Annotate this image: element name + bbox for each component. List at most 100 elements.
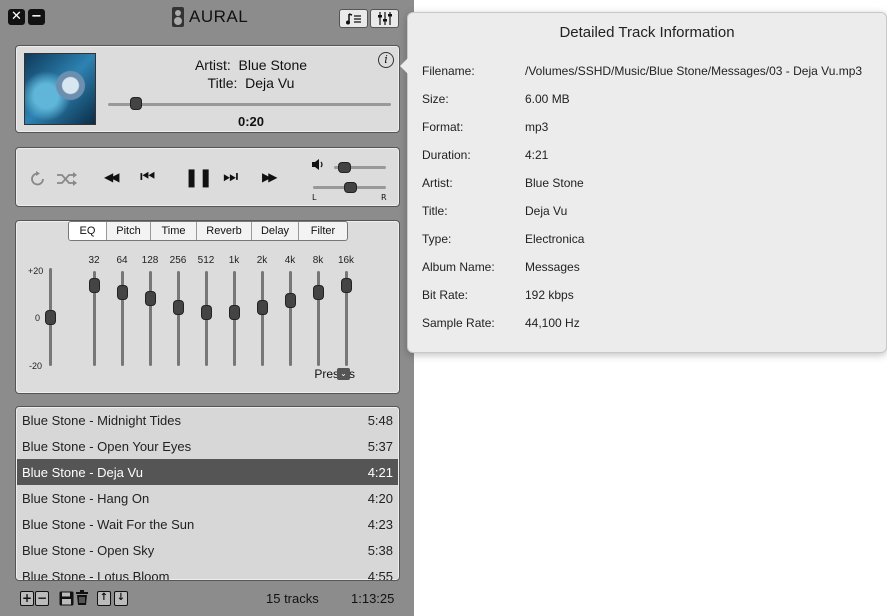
playlist-track-duration: 5:38 xyxy=(367,542,393,558)
eq-band-knob[interactable] xyxy=(146,291,155,305)
add-tracks-button[interactable]: + xyxy=(20,591,34,606)
eq-band-knob[interactable] xyxy=(258,301,267,315)
eq-band-knob[interactable] xyxy=(314,285,323,299)
playlist-toggle-button[interactable] xyxy=(339,9,368,28)
pause-button[interactable]: ❚❚ xyxy=(184,167,213,188)
app-title-text: AURAL xyxy=(189,7,249,26)
playlist-track-duration: 4:55 xyxy=(367,568,393,581)
tab-time[interactable]: Time xyxy=(151,222,197,240)
playlist-row[interactable]: Blue Stone - Lotus Bloom 4:55 xyxy=(17,563,398,581)
eq-band-slider[interactable] xyxy=(177,271,180,366)
clear-playlist-trash-icon[interactable] xyxy=(75,590,89,606)
playlist-track-name: Blue Stone - Hang On xyxy=(22,490,150,506)
eq-band-knob[interactable] xyxy=(202,305,211,319)
info-field-key: Duration: xyxy=(422,148,471,162)
playlist-row[interactable]: Blue Stone - Midnight Tides 5:48 xyxy=(17,407,398,433)
playlist-track-duration: 4:20 xyxy=(367,490,393,506)
info-field-key: Filename: xyxy=(422,64,475,78)
playlist-row[interactable]: Blue Stone - Open Your Eyes 5:37 xyxy=(17,433,398,459)
playlist[interactable]: Blue Stone - Midnight Tides 5:48 Blue Ston… xyxy=(15,406,400,581)
popover-arrow xyxy=(400,58,408,74)
eq-band-knob[interactable] xyxy=(342,279,351,293)
seek-knob[interactable] xyxy=(131,98,142,109)
playlist-track-name: Blue Stone - Midnight Tides xyxy=(22,412,181,428)
eq-band-knob[interactable] xyxy=(118,285,127,299)
playlist-row[interactable]: Blue Stone - Hang On 4:20 xyxy=(17,485,398,511)
playlist-track-duration: 5:48 xyxy=(367,412,393,428)
playlist-row[interactable]: Blue Stone - Open Sky 5:38 xyxy=(17,537,398,563)
tab-delay[interactable]: Delay xyxy=(252,222,299,240)
info-field-value: 4:21 xyxy=(525,148,549,162)
eq-band-label: 16k xyxy=(337,255,355,266)
track-title: Deja Vu xyxy=(245,75,295,91)
playlist-track-duration: 5:37 xyxy=(367,438,393,454)
eq-band-label: 64 xyxy=(116,255,128,266)
volume-knob[interactable] xyxy=(339,163,351,172)
seek-forward-button[interactable]: ▶▶ xyxy=(262,170,278,184)
balance-knob[interactable] xyxy=(344,183,356,192)
repeat-icon[interactable] xyxy=(29,170,47,188)
artist-name: Blue Stone xyxy=(238,57,308,73)
eq-band-knob[interactable] xyxy=(90,279,99,293)
info-field-value: mp3 xyxy=(525,120,549,134)
playlist-icon xyxy=(345,12,361,24)
save-playlist-icon[interactable] xyxy=(59,591,74,606)
artist-line: Artist: Blue Stone xyxy=(106,57,396,73)
info-field-key: Format: xyxy=(422,120,464,134)
remove-tracks-button[interactable]: − xyxy=(35,591,49,606)
playlist-track-name: Blue Stone - Wait For the Sun xyxy=(22,516,195,532)
equalizer-sliders-icon xyxy=(377,12,392,25)
eq-band-label: 8k xyxy=(312,255,324,266)
playback-position: 0:20 xyxy=(237,114,265,129)
volume-icon[interactable] xyxy=(311,158,325,171)
minimize-icon[interactable]: − xyxy=(28,9,45,25)
info-field-value: Electronica xyxy=(525,232,585,246)
info-field-value: Blue Stone xyxy=(525,176,584,190)
eq-band-knob[interactable] xyxy=(230,305,239,319)
preamp-knob[interactable] xyxy=(46,311,55,324)
playlist-row[interactable]: Blue Stone - Wait For the Sun 4:23 xyxy=(17,511,398,537)
effects-tabs: EQ Pitch Time Reverb Delay Filter xyxy=(68,221,348,241)
artist-label: Artist: xyxy=(194,57,231,73)
eq-band-label: 4k xyxy=(284,255,296,266)
eq-band-knob[interactable] xyxy=(174,301,183,315)
tab-filter[interactable]: Filter xyxy=(299,222,347,240)
move-up-button[interactable]: ↑ xyxy=(97,591,111,606)
now-playing-panel: Artist: Blue Stone Title: Deja Vu i 0:20 xyxy=(15,45,400,133)
effects-toggle-button[interactable] xyxy=(370,9,399,28)
app-title: AURAL xyxy=(172,6,248,28)
popover-title: Detailed Track Information xyxy=(559,24,735,41)
info-field-value: 44,100 Hz xyxy=(525,316,580,330)
db-zero-label: 0 xyxy=(35,313,41,323)
playlist-track-name: Blue Stone - Open Sky xyxy=(22,542,155,558)
move-down-button[interactable]: ↓ xyxy=(114,591,128,606)
info-icon[interactable]: i xyxy=(378,52,394,68)
playlist-track-name: Blue Stone - Deja Vu xyxy=(22,464,143,480)
close-icon[interactable]: ✕ xyxy=(8,9,25,25)
next-track-button[interactable]: ⏭ xyxy=(223,167,238,187)
eq-band-slider[interactable] xyxy=(149,271,152,366)
db-max-label: +20 xyxy=(28,266,44,276)
playlist-duration: 1:13:25 xyxy=(351,591,395,606)
eq-band-knob[interactable] xyxy=(286,293,295,307)
previous-track-button[interactable]: ⏮ xyxy=(140,167,155,187)
tab-pitch[interactable]: Pitch xyxy=(107,222,151,240)
shuffle-icon[interactable] xyxy=(56,171,78,187)
eq-band-label: 2k xyxy=(256,255,268,266)
eq-band-slider[interactable] xyxy=(289,271,292,366)
info-field-key: Size: xyxy=(422,92,449,106)
playlist-row[interactable]: Blue Stone - Deja Vu 4:21 xyxy=(17,459,398,485)
seek-bar[interactable] xyxy=(108,103,391,106)
info-field-value: Deja Vu xyxy=(525,204,568,218)
db-min-label: -20 xyxy=(29,361,43,371)
info-field-key: Sample Rate: xyxy=(422,316,495,330)
tab-reverb[interactable]: Reverb xyxy=(197,222,252,240)
track-info-popover: Detailed Track Information Filename: /Vol… xyxy=(400,12,887,353)
tab-eq[interactable]: EQ xyxy=(69,222,107,240)
seek-backward-button[interactable]: ◀◀ xyxy=(104,170,120,184)
playlist-track-duration: 4:23 xyxy=(367,516,393,532)
presets-dropdown-button[interactable]: ⌄ xyxy=(337,368,350,380)
transport-panel: ◀◀ ⏮ ❚❚ ⏭ ▶▶ L R xyxy=(15,147,400,207)
eq-band-slider[interactable] xyxy=(261,271,264,366)
eq-band-label: 128 xyxy=(141,255,159,266)
